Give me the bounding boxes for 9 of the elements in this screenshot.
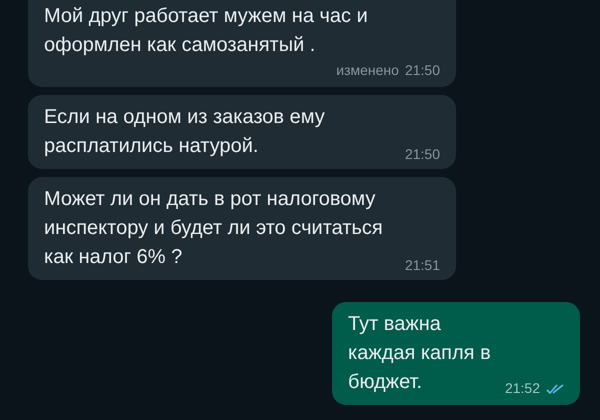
message-time: 21:50 — [404, 145, 440, 164]
edited-label: изменено — [336, 61, 399, 80]
message-time: 21:51 — [404, 256, 440, 275]
message-time: 21:52 — [504, 379, 540, 398]
message-text: Если на одном из заказов ему расплатились натурой. — [44, 105, 326, 159]
message-text: Мой друг работает мужем на час и оформлен как самозанятый . — [44, 4, 369, 58]
message-time: 21:50 — [404, 61, 440, 80]
message-text: Тут важна каждая капля в бюджет. — [348, 312, 492, 395]
message-text: Может ли он дать в рот налоговому инспектору и будет ли это считаться как налог 6% ? — [44, 187, 384, 270]
